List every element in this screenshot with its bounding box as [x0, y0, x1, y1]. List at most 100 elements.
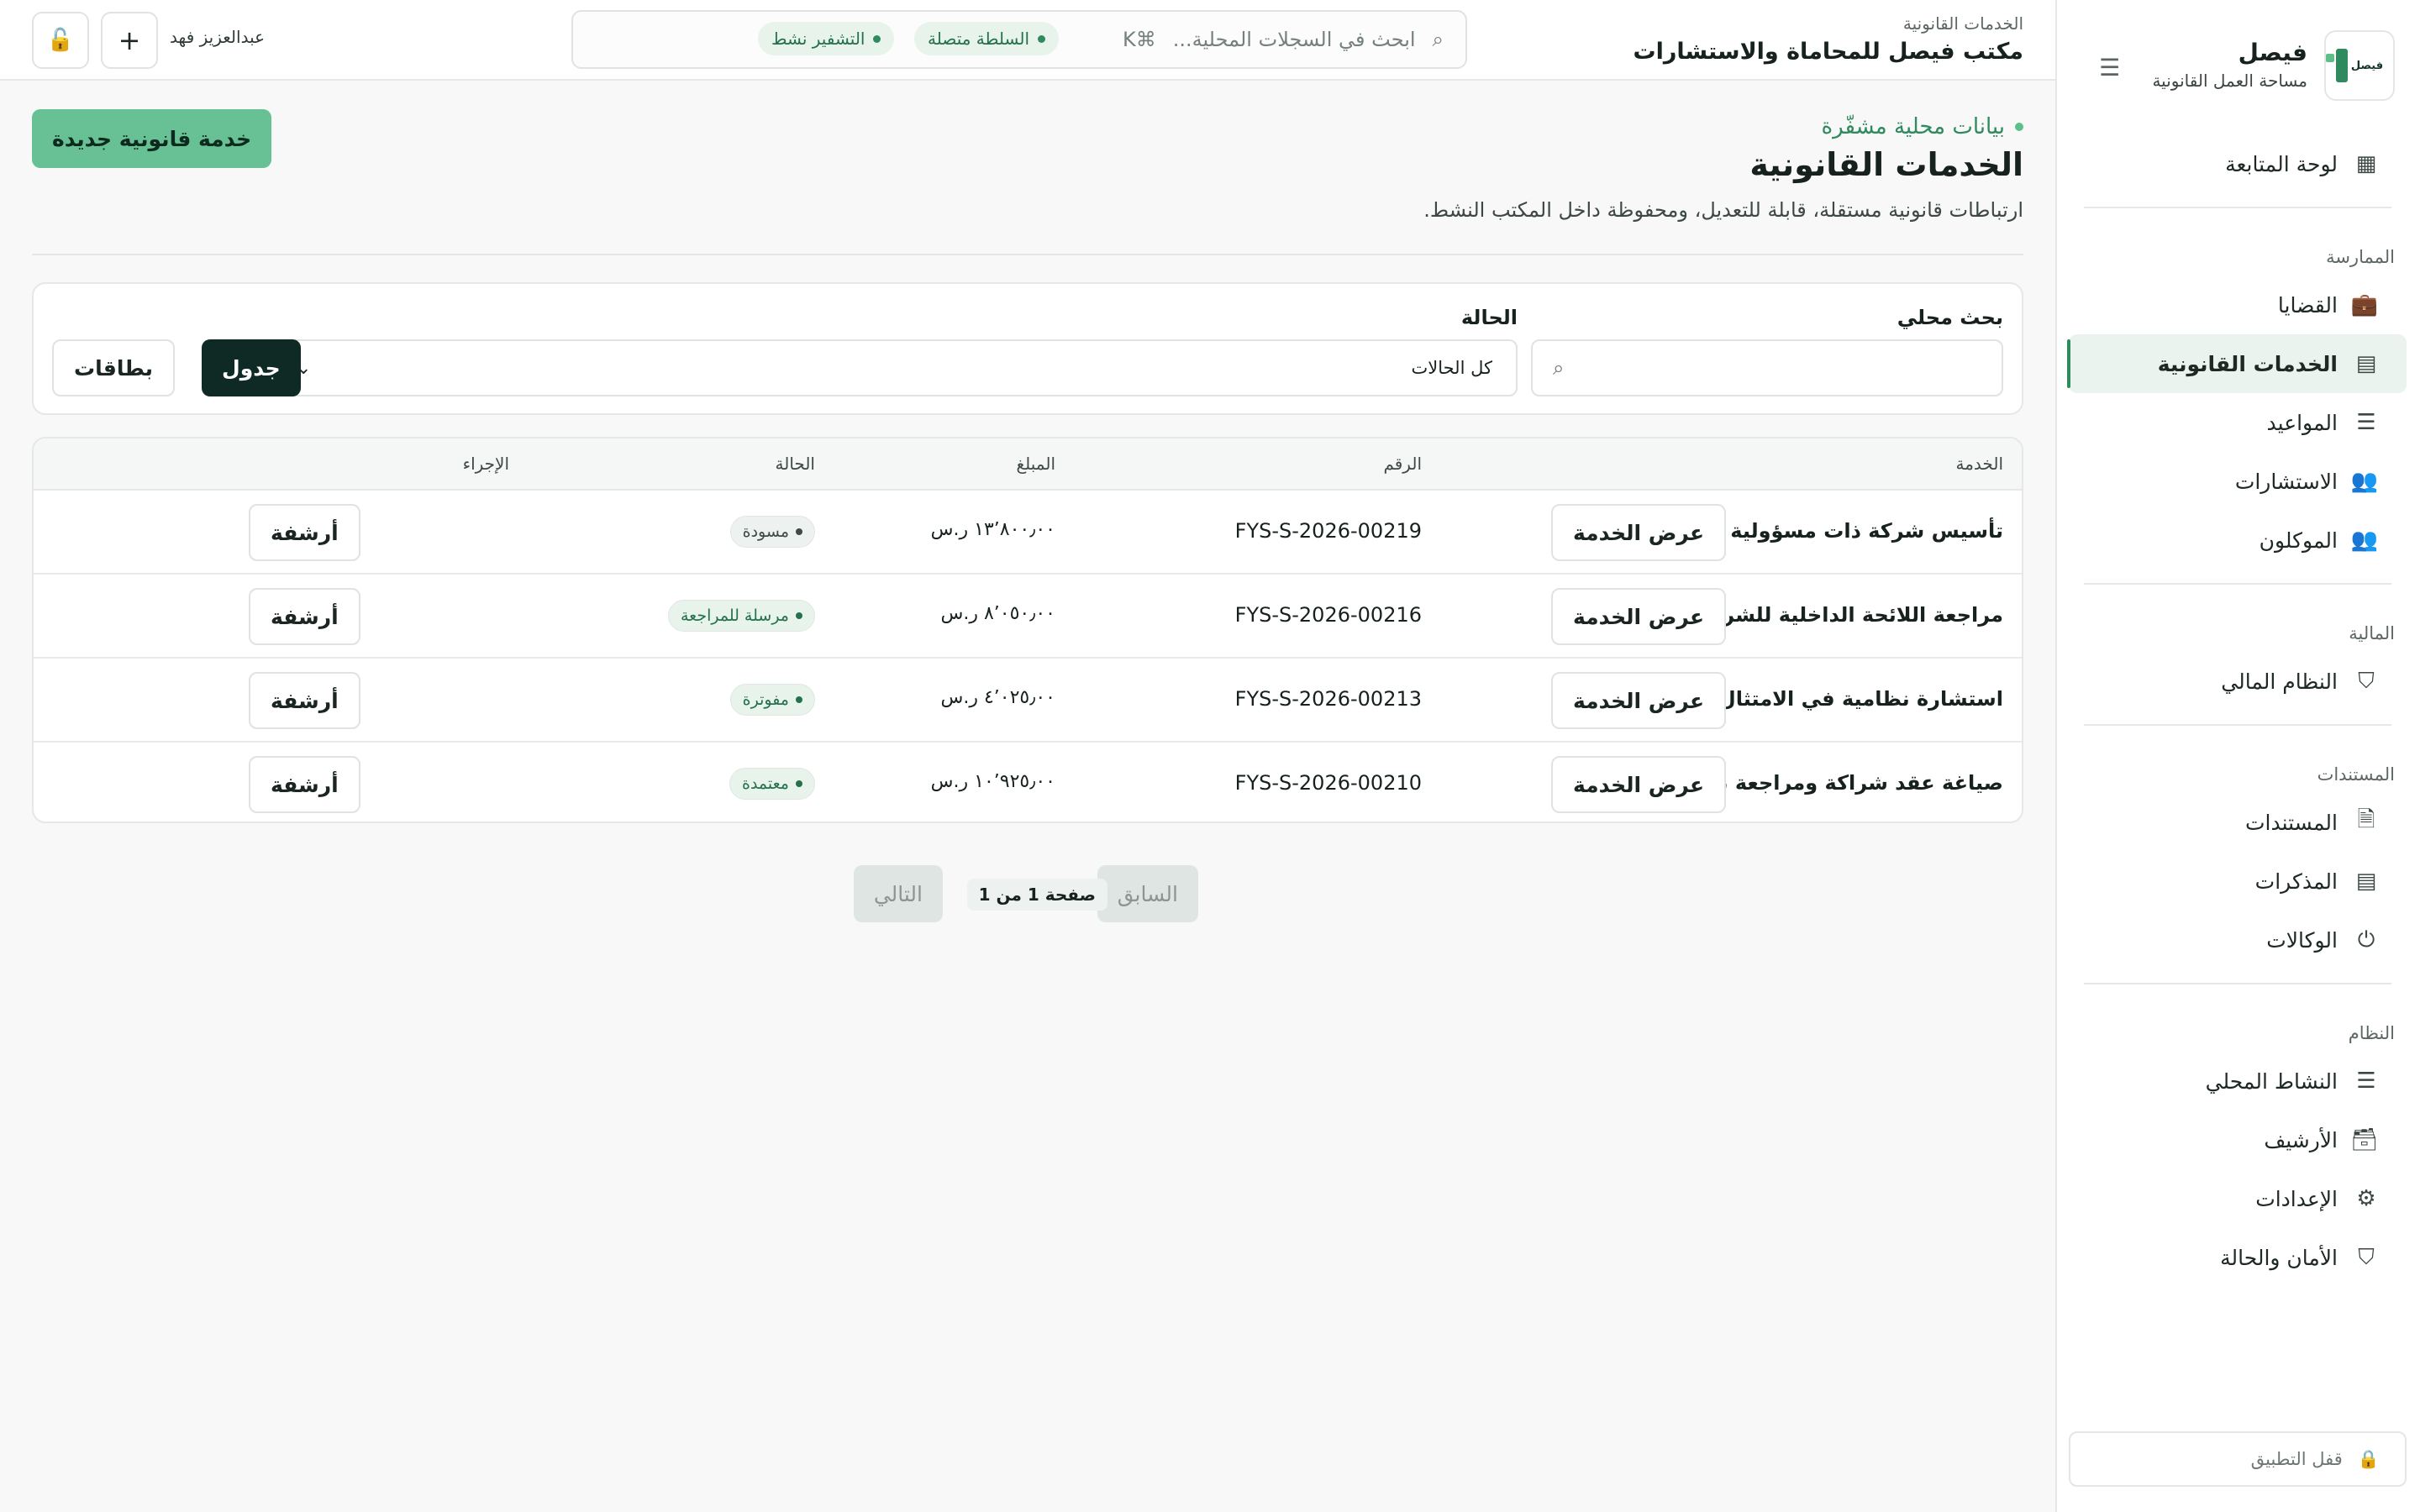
filters-card: بحث محلي الحالة ⌕ كل الحالات ⌄ جدول بطاق… — [32, 282, 2023, 415]
sidebar-item-label: الاستشارات — [2234, 469, 2338, 494]
brand-logo-text: فيصل — [2350, 59, 2384, 72]
archive-button[interactable]: أرشفة — [249, 504, 360, 561]
archive-button[interactable]: أرشفة — [249, 672, 360, 729]
sidebar-item-label: الوكالات — [2266, 927, 2338, 953]
status-badge: مفوترة — [729, 684, 815, 716]
timeline-icon: ☰ — [2356, 1068, 2376, 1094]
service-amount: ١٣٬٨٠٠٫٠٠ ر.س — [930, 519, 1055, 540]
local-search-label: بحث محلي — [1897, 306, 2003, 329]
status-label: مفوترة — [742, 690, 789, 709]
view-service-button[interactable]: عرض الخدمة — [1551, 504, 1727, 561]
archive-icon: 🗃 — [2349, 1127, 2378, 1152]
service-name: صياغة عقد شراكة ومراجعة بنوده — [1677, 771, 2003, 795]
view-cards-button[interactable]: بطاقات — [52, 339, 176, 396]
briefcase-icon: 💼 — [2350, 292, 2378, 318]
status-dot — [873, 34, 881, 43]
power-icon: ⏻ — [2357, 927, 2375, 953]
sidebar-item-security[interactable]: ⛉ الأمان والحالة — [2069, 1228, 2407, 1287]
lock-icon: 🔓 — [46, 28, 75, 53]
service-number: FYS-S-2026-00216 — [1234, 603, 1422, 627]
lock-app-label: قفل التطبيق — [2250, 1449, 2343, 1469]
brand-title: فيصل — [2238, 39, 2307, 66]
brand-logo: فيصل — [2324, 30, 2395, 101]
sidebar-item-archive[interactable]: 🗃 الأرشيف — [2069, 1110, 2407, 1169]
user-name: عبدالعزيز فهد — [170, 27, 266, 47]
status-label: مسودة — [742, 522, 789, 541]
status-dot — [796, 780, 802, 787]
page-description: ارتباطات قانونية مستقلة، قابلة للتعديل، … — [1423, 198, 2023, 222]
menu-toggle-icon[interactable]: ☰ — [2099, 54, 2120, 81]
lock-app-button[interactable]: 🔒 قفل التطبيق — [2069, 1431, 2407, 1487]
sidebar-item-clients[interactable]: 👥 الموكلون — [2069, 511, 2407, 570]
view-table-button[interactable]: جدول — [202, 339, 301, 396]
shield-icon: ⛉ — [2358, 668, 2375, 694]
sidebar-item-documents[interactable]: 🗎 المستندات — [2069, 793, 2407, 852]
next-page-button[interactable]: التالي — [853, 865, 943, 922]
status-badge: معتمدة — [729, 768, 815, 800]
search-shortcut: ⌘K — [1122, 28, 1156, 51]
brand-logo-mark — [2325, 49, 2348, 82]
nav-section-finance: المالية — [2349, 623, 2395, 643]
gear-icon: ⚙ — [2356, 1186, 2376, 1211]
previous-page-button[interactable]: السابق — [1097, 865, 1198, 922]
search-placeholder: ابحث في السجلات المحلية... — [1172, 28, 1416, 51]
local-search-input[interactable]: ⌕ — [1531, 339, 2003, 396]
service-amount: ٨٬٠٥٠٫٠٠ ر.س — [940, 603, 1055, 624]
sidebar-item-cases[interactable]: 💼 القضايا — [2069, 276, 2407, 334]
sidebar-item-label: المواعيد — [2266, 410, 2338, 435]
status-filter-label: الحالة — [1460, 306, 1518, 329]
sidebar-item-label: المذكرات — [2254, 869, 2338, 894]
brand-subtitle: مساحة العمل القانونية — [2152, 71, 2307, 91]
lock-icon: 🔒 — [2357, 1448, 2380, 1469]
sidebar-item-label: المستندات — [2244, 810, 2338, 835]
sidebar-item-activity[interactable]: ☰ النشاط المحلي — [2069, 1052, 2407, 1110]
table-row: صياغة عقد شراكة ومراجعة بنوده FYS-S-2026… — [34, 743, 2022, 822]
notes-icon: ▤ — [2355, 869, 2377, 894]
status-select-value: كل الحالات — [1411, 358, 1492, 378]
sidebar-item-dashboard[interactable]: ▦ لوحة المتابعة — [2069, 134, 2407, 193]
archive-button[interactable]: أرشفة — [249, 756, 360, 813]
table-header: الخدمة الرقم المبلغ الحالة الإجراء — [34, 438, 2022, 491]
topbar: الخدمات القانونية مكتب فيصل للمحاماة وال… — [0, 0, 2055, 81]
status-select[interactable]: كل الحالات ⌄ — [279, 339, 1518, 396]
column-header-service: الخدمة — [1955, 454, 2004, 474]
sidebar-item-label: الإعدادات — [2255, 1186, 2338, 1211]
sidebar-item-label: القضايا — [2277, 292, 2338, 318]
sidebar-item-settings[interactable]: ⚙ الإعدادات — [2069, 1169, 2407, 1228]
hint-dot — [2015, 123, 2023, 131]
brand: فيصل فيصل مساحة العمل القانونية ☰ — [2082, 30, 2395, 102]
archive-button[interactable]: أرشفة — [249, 588, 360, 645]
view-service-button[interactable]: عرض الخدمة — [1551, 756, 1727, 813]
add-button[interactable]: + — [101, 12, 158, 69]
document-icon: ▤ — [2355, 351, 2377, 376]
sidebar-item-label: النظام المالي — [2221, 669, 2338, 694]
sidebar-item-memos[interactable]: ▤ المذكرات — [2069, 852, 2407, 911]
nav-section-practice: الممارسة — [2326, 247, 2395, 267]
shield-check-icon: ⛉ — [2358, 1244, 2375, 1270]
office-name: مكتب فيصل للمحاماة والاستشارات — [1633, 39, 2023, 65]
sidebar-item-label: الأمان والحالة — [2220, 1245, 2338, 1270]
status-badge-label: السلطة متصلة — [928, 29, 1030, 49]
view-service-button[interactable]: عرض الخدمة — [1551, 672, 1727, 729]
sidebar-item-poa[interactable]: ⏻ الوكالات — [2069, 911, 2407, 969]
service-number: FYS-S-2026-00219 — [1234, 519, 1422, 543]
status-badge-encryption: التشفير نشط — [758, 22, 895, 55]
encrypted-hint: بيانات محلية مشفّرة — [1821, 114, 2023, 139]
lock-button[interactable]: 🔓 — [32, 12, 89, 69]
file-icon: 🗎 — [2357, 807, 2375, 832]
new-service-button[interactable]: خدمة قانونية جديدة — [32, 109, 272, 168]
hint-label: بيانات محلية مشفّرة — [1821, 114, 2005, 139]
view-service-button[interactable]: عرض الخدمة — [1551, 588, 1727, 645]
dashboard-icon: ▦ — [2355, 151, 2377, 176]
sidebar-item-appointments[interactable]: ☰ المواعيد — [2069, 393, 2407, 452]
main-content: بيانات محلية مشفّرة الخدمات القانونية ار… — [0, 81, 2055, 1512]
plus-icon: + — [118, 24, 141, 56]
sidebar-item-services[interactable]: ▤ الخدمات القانونية — [2067, 334, 2407, 393]
column-header-action: الإجراء — [462, 454, 509, 474]
status-badge-authority: السلطة متصلة — [914, 22, 1060, 55]
sidebar-item-consultations[interactable]: 👥 الاستشارات — [2069, 452, 2407, 511]
service-number: FYS-S-2026-00213 — [1234, 687, 1422, 711]
sidebar-item-finance[interactable]: ⛉ النظام المالي — [2069, 652, 2407, 711]
sidebar: فيصل فيصل مساحة العمل القانونية ☰ ▦ لوحة… — [2055, 0, 2420, 1512]
status-label: معتمدة — [742, 774, 789, 793]
